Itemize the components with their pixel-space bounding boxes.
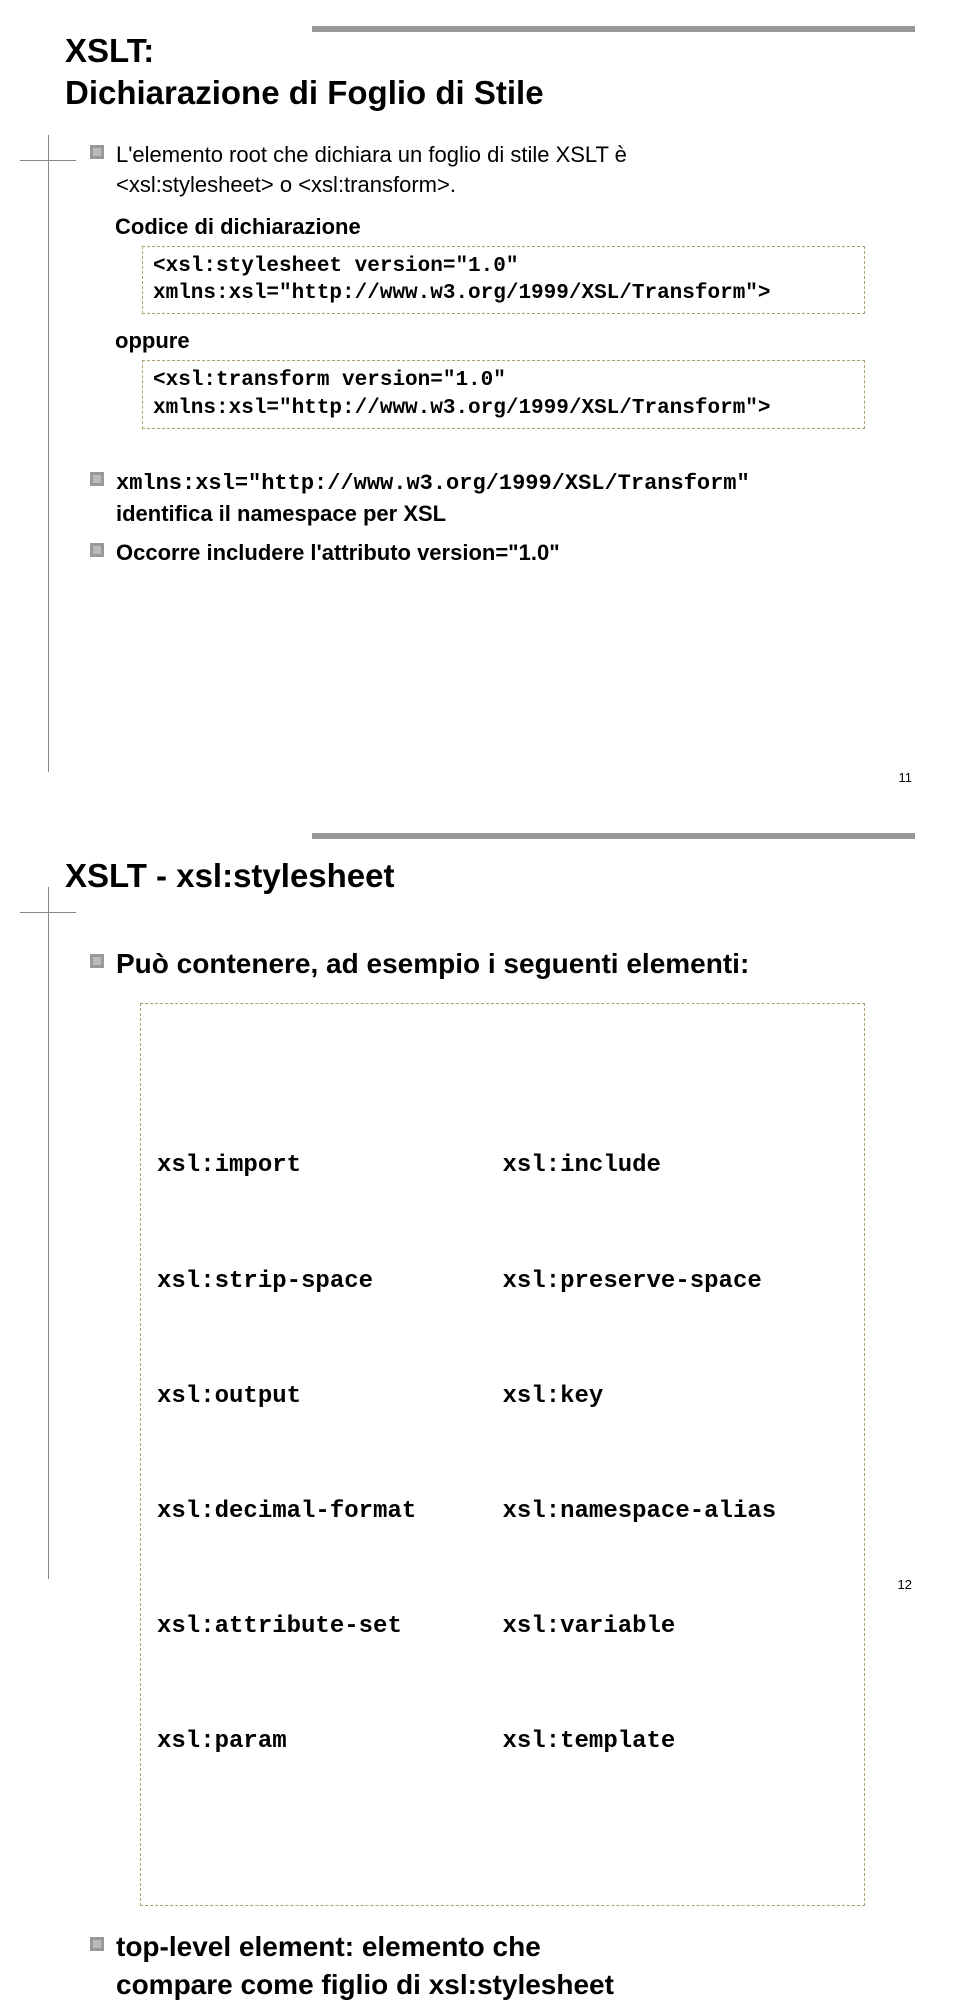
list-item: xsl:template (503, 1723, 849, 1761)
text-line: L'elemento root che dichiara un foglio d… (116, 142, 627, 167)
title-line: XSLT: (65, 32, 154, 69)
title-line: Dichiarazione di Foglio di Stile (65, 74, 544, 111)
list-item: xsl:import (157, 1147, 503, 1185)
square-bullet-icon (90, 1937, 104, 1951)
page-number: 11 (899, 770, 913, 785)
bullet-item: Può contenere, ad esempio i seguenti ele… (90, 945, 890, 983)
slide-2: XSLT - xsl:stylesheet Può contenere, ad … (0, 807, 960, 1614)
bullet-item: L'elemento root che dichiara un foglio d… (90, 140, 890, 199)
square-bullet-icon (90, 543, 104, 557)
text-line: Occorre includere l'attributo version="1… (116, 540, 560, 565)
bullet-item: xmlns:xsl="http://www.w3.org/1999/XSL/Tr… (90, 467, 890, 528)
bullet-text: Occorre includere l'attributo version="1… (116, 538, 560, 568)
element-list-col: xsl:include xsl:preserve-space xsl:key x… (503, 1071, 849, 1839)
slide-title: XSLT: Dichiarazione di Foglio di Stile (65, 30, 915, 114)
text-line: identifica il namespace per XSL (116, 501, 446, 526)
code-block: <xsl:transform version="1.0" xmlns:xsl="… (142, 360, 865, 429)
bullet-text: L'elemento root che dichiara un foglio d… (116, 140, 627, 199)
crosshair-v (48, 887, 49, 1579)
text-line: compare come figlio di xsl:stylesheet (116, 1969, 614, 2000)
element-list-col: xsl:import xsl:strip-space xsl:output xs… (157, 1071, 503, 1839)
sub-heading: Codice di dichiarazione (115, 214, 890, 240)
list-item: xsl:namespace-alias (503, 1493, 849, 1531)
code-block: xsl:import xsl:strip-space xsl:output xs… (140, 1003, 865, 1906)
slide-1: XSLT: Dichiarazione di Foglio di Stile L… (0, 0, 960, 807)
list-item: xsl:include (503, 1147, 849, 1185)
code-block: <xsl:stylesheet version="1.0" xmlns:xsl=… (142, 246, 865, 315)
crosshair-v (48, 135, 49, 772)
square-bullet-icon (90, 954, 104, 968)
accent-bar (312, 26, 915, 32)
code-inline: xmlns:xsl="http://www.w3.org/1999/XSL/Tr… (116, 471, 750, 496)
slide-title: XSLT - xsl:stylesheet (65, 855, 915, 897)
list-item: xsl:param (157, 1723, 503, 1761)
list-item: xsl:strip-space (157, 1263, 503, 1301)
bullet-text: top-level element: elemento che compare … (116, 1928, 614, 2004)
list-item: xsl:preserve-space (503, 1263, 849, 1301)
list-item: xsl:key (503, 1378, 849, 1416)
element-list: xsl:import xsl:strip-space xsl:output xs… (157, 1071, 848, 1839)
accent-bar (312, 833, 915, 839)
list-item: xsl:decimal-format (157, 1493, 503, 1531)
bullet-text: xmlns:xsl="http://www.w3.org/1999/XSL/Tr… (116, 467, 750, 528)
page-number: 12 (898, 1577, 912, 1592)
square-bullet-icon (90, 472, 104, 486)
text-line: <xsl:stylesheet> o <xsl:transform>. (116, 172, 456, 197)
bullet-item: top-level element: elemento che compare … (90, 1928, 890, 2004)
bullet-text: Può contenere, ad esempio i seguenti ele… (116, 945, 749, 983)
list-item: xsl:output (157, 1378, 503, 1416)
bullet-item: Occorre includere l'attributo version="1… (90, 538, 890, 568)
square-bullet-icon (90, 145, 104, 159)
sub-heading: oppure (115, 328, 890, 354)
list-item: xsl:attribute-set (157, 1608, 503, 1646)
text-line: top-level element: elemento che (116, 1931, 541, 1962)
list-item: xsl:variable (503, 1608, 849, 1646)
